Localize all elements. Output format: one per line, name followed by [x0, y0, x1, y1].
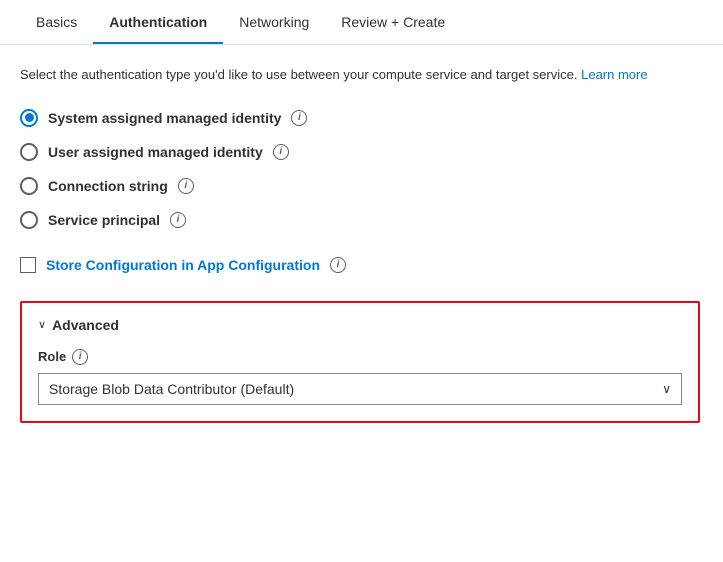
info-icon-user-assigned[interactable]: i: [273, 144, 289, 160]
role-dropdown[interactable]: Storage Blob Data Contributor (Default) …: [38, 373, 682, 405]
radio-item-service-principal[interactable]: Service principal i: [20, 211, 703, 229]
nav-tab-networking[interactable]: Networking: [223, 0, 325, 44]
radio-item-system-assigned[interactable]: System assigned managed identity i: [20, 109, 703, 127]
radio-label-system-assigned: System assigned managed identity: [48, 110, 281, 126]
nav-tab-review-create[interactable]: Review + Create: [325, 0, 461, 44]
store-config-checkbox[interactable]: [20, 257, 36, 273]
role-dropdown-value: Storage Blob Data Contributor (Default): [49, 381, 294, 397]
info-icon-connection-string[interactable]: i: [178, 178, 194, 194]
advanced-chevron-icon: ∨: [38, 318, 46, 331]
role-field-label: Role i: [38, 349, 682, 365]
nav-tabs: BasicsAuthenticationNetworkingReview + C…: [0, 0, 723, 45]
nav-tab-authentication[interactable]: Authentication: [93, 0, 223, 44]
main-content: Select the authentication type you'd lik…: [0, 45, 723, 443]
auth-radio-group: System assigned managed identityiUser as…: [20, 109, 703, 229]
learn-more-link[interactable]: Learn more: [581, 67, 647, 82]
store-config-info-icon[interactable]: i: [330, 257, 346, 273]
radio-connection-string[interactable]: [20, 177, 38, 195]
info-icon-service-principal[interactable]: i: [170, 212, 186, 228]
radio-label-service-principal: Service principal: [48, 212, 160, 228]
description-text: Select the authentication type you'd lik…: [20, 65, 700, 85]
radio-item-connection-string[interactable]: Connection string i: [20, 177, 703, 195]
advanced-section: ∨ Advanced Role i Storage Blob Data Cont…: [20, 301, 700, 423]
role-dropdown-chevron-icon: ∨: [662, 382, 671, 396]
store-config-checkbox-row: Store Configuration in App Configuration…: [20, 257, 703, 273]
radio-label-user-assigned: User assigned managed identity: [48, 144, 263, 160]
radio-system-assigned[interactable]: [20, 109, 38, 127]
role-info-icon[interactable]: i: [72, 349, 88, 365]
radio-label-connection-string: Connection string: [48, 178, 168, 194]
info-icon-system-assigned[interactable]: i: [291, 110, 307, 126]
nav-tab-basics[interactable]: Basics: [20, 0, 93, 44]
radio-item-user-assigned[interactable]: User assigned managed identity i: [20, 143, 703, 161]
radio-service-principal[interactable]: [20, 211, 38, 229]
radio-user-assigned[interactable]: [20, 143, 38, 161]
advanced-header[interactable]: ∨ Advanced: [38, 317, 682, 333]
advanced-title: Advanced: [52, 317, 119, 333]
store-config-label: Store Configuration in App Configuration: [46, 257, 320, 273]
